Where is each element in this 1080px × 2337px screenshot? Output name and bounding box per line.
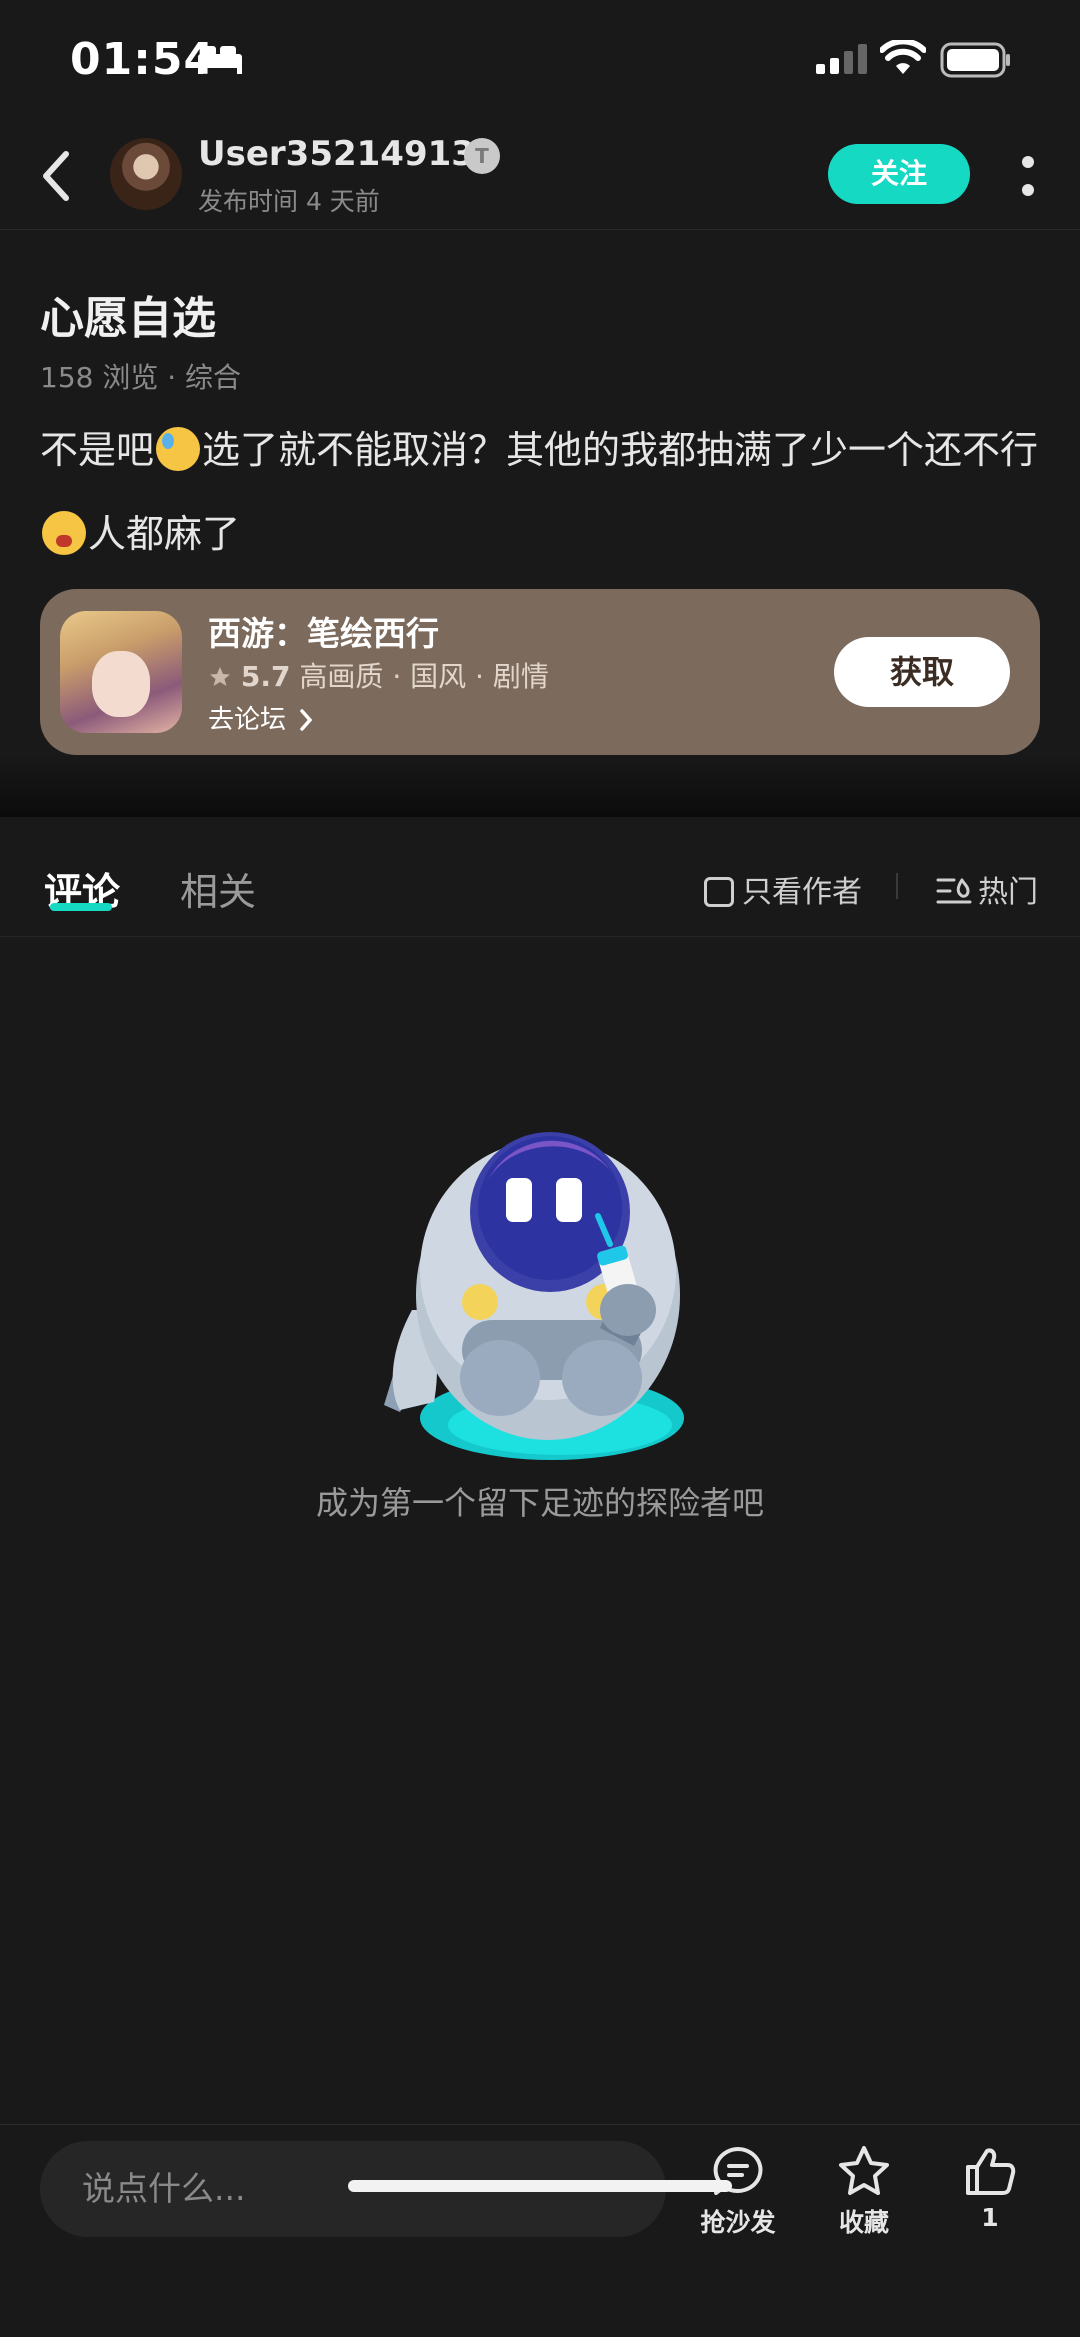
level-badge: T <box>464 138 500 174</box>
forum-link-label: 去论坛 <box>208 705 287 735</box>
tab-divider <box>896 873 898 899</box>
post-body-text-3: 人都麻了 <box>88 512 241 556</box>
signal-icon <box>816 44 867 74</box>
game-tags: 5.7 高画质 · 国风 · 剧情 <box>208 655 549 695</box>
author-only-toggle[interactable]: 只看作者 <box>704 867 862 911</box>
status-bar: 01:54 <box>0 0 1080 120</box>
like-button[interactable]: 1 <box>930 2145 1050 2232</box>
more-options-icon[interactable] <box>1016 150 1040 206</box>
home-indicator[interactable] <box>348 2180 732 2192</box>
sort-button[interactable]: 热门 <box>936 867 1038 911</box>
game-rating: 5.7 <box>240 660 291 693</box>
astronaut-mascot-illustration <box>384 1132 684 1460</box>
sleep-mode-icon <box>198 46 242 74</box>
star-rating-icon <box>210 667 230 686</box>
post-body-text-2: 选了就不能取消？其他的我都抽满了少一个还不行 <box>202 428 1039 472</box>
star-favorite-icon <box>839 2146 889 2195</box>
game-app-icon[interactable] <box>60 611 182 733</box>
get-game-button[interactable]: 获取 <box>834 637 1010 707</box>
empty-comments-text: 成为第一个留下足迹的探险者吧 <box>315 1484 764 1522</box>
bottom-action-bar: 说点什么... 抢沙发 收藏 1 <box>0 2124 1080 2337</box>
game-name: 西游：笔绘西行 <box>208 614 439 653</box>
game-card[interactable]: 西游：笔绘西行 5.7 高画质 · 国风 · 剧情 去论坛 获取 <box>40 589 1040 755</box>
thumbs-up-icon <box>966 2148 1016 2195</box>
post-title: 心愿自选 <box>40 293 216 344</box>
post-body-text-1: 不是吧 <box>40 428 155 472</box>
favorite-label: 收藏 <box>838 2208 889 2237</box>
post-meta: 158 浏览 · 综合 <box>40 361 242 394</box>
sofa-button[interactable]: 抢沙发 <box>678 2145 798 2239</box>
author-only-label: 只看作者 <box>742 875 862 910</box>
sort-icon <box>936 878 972 904</box>
like-count: 1 <box>981 2203 999 2232</box>
sofa-label: 抢沙发 <box>700 2208 776 2237</box>
crying-face-emoji-icon <box>42 511 86 555</box>
post-time: 发布时间 4 天前 <box>198 187 380 216</box>
post-header: User35214913 T 发布时间 4 天前 关注 <box>0 120 1080 230</box>
tab-related[interactable]: 相关 <box>180 861 256 916</box>
comment-tabs-bar: 评论 相关 只看作者 热门 <box>0 817 1080 937</box>
active-tab-indicator <box>50 903 112 911</box>
game-tag-list: 高画质 · 国风 · 剧情 <box>299 660 549 693</box>
back-arrow-icon[interactable] <box>36 148 76 204</box>
chevron-right-icon <box>300 709 313 731</box>
sort-label: 热门 <box>978 875 1038 910</box>
forum-link[interactable]: 去论坛 <box>208 699 314 736</box>
follow-button[interactable]: 关注 <box>828 144 970 204</box>
post-body: 不是吧 选了就不能取消？其他的我都抽满了少一个还不行人都麻了 <box>40 408 1040 576</box>
status-time: 01:54 <box>70 34 216 85</box>
sweat-face-emoji-icon <box>156 427 201 471</box>
battery-icon <box>940 42 1010 78</box>
wifi-icon <box>880 40 926 74</box>
user-avatar[interactable] <box>110 138 182 210</box>
checkbox-icon[interactable] <box>704 877 734 907</box>
username[interactable]: User35214913 <box>198 134 475 174</box>
favorite-button[interactable]: 收藏 <box>804 2145 924 2239</box>
section-divider <box>0 755 1080 817</box>
